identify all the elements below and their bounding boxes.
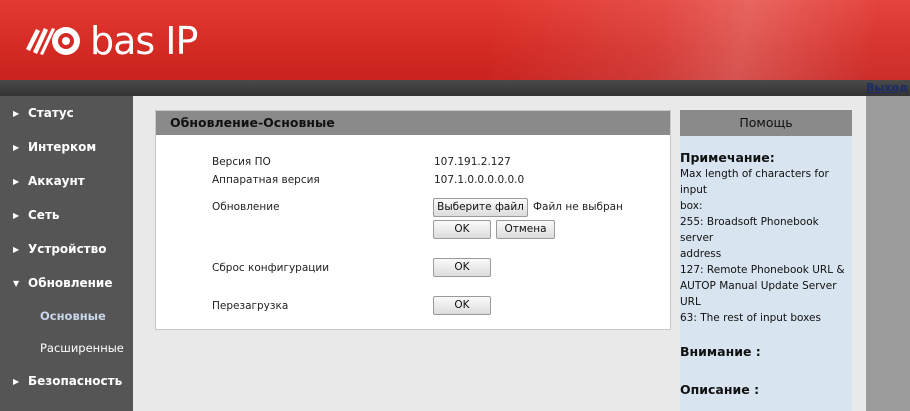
chevron-right-icon: ▶ xyxy=(13,244,20,254)
chevron-right-icon: ▶ xyxy=(13,108,20,118)
page-title: Обновление-Основные xyxy=(156,111,670,135)
firmware-version-value: 107.191.2.127 xyxy=(434,156,511,168)
sidebar-item-label: Статус xyxy=(28,106,74,120)
sidebar-item-account[interactable]: ▶ Аккаунт xyxy=(0,164,133,198)
sidebar-item-label: Сеть xyxy=(28,208,60,222)
sidebar-subitem-basic[interactable]: Основные xyxy=(0,300,133,332)
file-status-text: Файл не выбран xyxy=(533,201,623,213)
choose-file-button[interactable]: Выберите файл xyxy=(433,198,528,217)
logout-link[interactable]: Выход xyxy=(866,80,910,96)
sidebar-item-label: Аккаунт xyxy=(28,174,85,188)
top-bar xyxy=(0,80,910,96)
firmware-version-label: Версия ПО xyxy=(212,156,271,168)
description-heading: Описание : xyxy=(680,382,760,397)
reboot-label: Перезагрузка xyxy=(212,300,289,312)
reset-ok-button[interactable]: OK xyxy=(433,258,491,277)
help-note-line: address xyxy=(680,248,722,260)
update-ok-button[interactable]: OK xyxy=(433,220,491,239)
update-cancel-button[interactable]: Отмена xyxy=(496,220,555,239)
sidebar-item-status[interactable]: ▶ Статус xyxy=(0,96,133,130)
help-note-line: 255: Broadsoft Phonebook server xyxy=(680,216,819,244)
reset-config-label: Сброс конфигурации xyxy=(212,262,330,274)
sidebar-item-security[interactable]: ▶ Безопасность xyxy=(0,364,133,398)
help-body: Примечание: Max length of characters for… xyxy=(680,136,852,398)
help-title: Помощь xyxy=(680,110,852,136)
help-note-line: 127: Remote Phonebook URL & xyxy=(680,264,845,276)
sidebar-item-label: Устройство xyxy=(28,242,107,256)
chevron-right-icon: ▶ xyxy=(13,376,20,386)
right-margin xyxy=(866,96,910,411)
update-panel: Обновление-Основные Версия ПО 107.191.2.… xyxy=(155,110,671,330)
brand-logo: bas IP xyxy=(22,17,198,65)
update-label: Обновление xyxy=(212,201,280,213)
chevron-right-icon: ▶ xyxy=(13,176,20,186)
sidebar-subitem-advanced[interactable]: Расширенные xyxy=(0,332,133,364)
sidebar-item-label: Интерком xyxy=(28,140,97,154)
header-banner: bas IP xyxy=(0,0,910,80)
help-note-line: 63: The rest of input boxes xyxy=(680,312,821,324)
chevron-right-icon: ▶ xyxy=(13,210,20,220)
sidebar-item-device[interactable]: ▶ Устройство xyxy=(0,232,133,266)
help-note-line: Max length of characters for input xyxy=(680,168,829,196)
help-note-line: AUTOP Manual Update Server URL xyxy=(680,280,837,308)
sidebar-item-network[interactable]: ▶ Сеть xyxy=(0,198,133,232)
sidebar-item-label: Безопасность xyxy=(28,374,123,388)
hardware-version-label: Аппаратная версия xyxy=(212,174,320,186)
brand-logo-icon xyxy=(26,27,80,55)
chevron-right-icon: ▶ xyxy=(13,142,20,152)
hardware-version-value: 107.1.0.0.0.0.0.0 xyxy=(434,174,525,186)
brand-name: bas IP xyxy=(90,19,198,63)
sidebar-item-intercom[interactable]: ▶ Интерком xyxy=(0,130,133,164)
note-heading: Примечание: xyxy=(680,150,775,165)
warning-heading: Внимание : xyxy=(680,344,761,359)
help-panel: Помощь Примечание: Max length of charact… xyxy=(680,110,852,411)
sidebar: ▶ Статус ▶ Интерком ▶ Аккаунт ▶ Сеть ▶ У… xyxy=(0,96,133,411)
sidebar-item-update[interactable]: ▼ Обновление xyxy=(0,266,133,300)
reboot-ok-button[interactable]: OK xyxy=(433,296,491,315)
chevron-down-icon: ▼ xyxy=(13,278,20,288)
help-note-line: box: xyxy=(680,200,703,212)
sidebar-item-label: Обновление xyxy=(28,276,113,290)
